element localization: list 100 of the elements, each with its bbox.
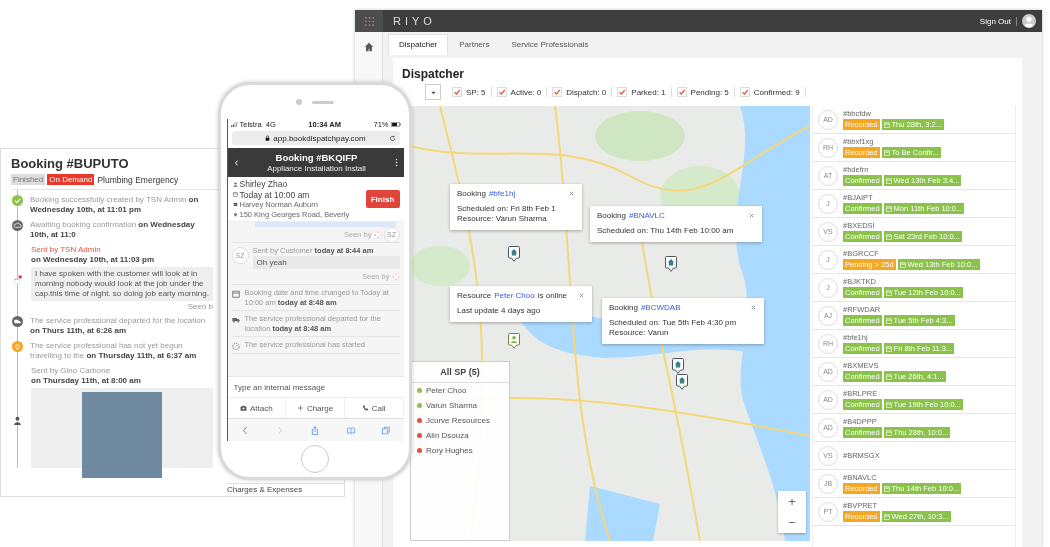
cloud-icon bbox=[12, 220, 23, 231]
lock-icon bbox=[265, 135, 271, 141]
booking-title: Booking #BUPUTO bbox=[11, 156, 130, 171]
calendar-icon bbox=[885, 401, 892, 408]
popup-title: is online bbox=[537, 291, 568, 300]
popup-title: Booking bbox=[609, 303, 638, 312]
popup-title: Resource bbox=[457, 291, 492, 300]
truck-icon bbox=[231, 316, 240, 324]
legend-item[interactable]: Varun Sharma bbox=[426, 401, 477, 410]
camera-icon bbox=[240, 405, 247, 411]
back-icon[interactable] bbox=[241, 425, 250, 435]
booking-title: Booking #BKQIFP bbox=[274, 152, 359, 163]
zoom-out-button[interactable]: − bbox=[778, 512, 806, 533]
filter-label: Pending: 5 bbox=[690, 87, 729, 97]
signal-icon bbox=[230, 122, 238, 127]
house-pin-icon[interactable] bbox=[665, 256, 677, 272]
filter-label: Confirmed: 9 bbox=[753, 87, 800, 97]
pin-icon bbox=[12, 341, 23, 352]
reload-icon[interactable] bbox=[388, 134, 396, 142]
message-bubble: I have spoken with the customer will look at in morning nobody would look at the job under the cap.this time of night. so doing job early morning. bbox=[31, 267, 213, 301]
message-time: on Thursday 11th, at 8:00 am bbox=[31, 376, 142, 386]
checkbox[interactable] bbox=[452, 87, 462, 97]
checkbox[interactable] bbox=[676, 87, 687, 97]
calendar-icon bbox=[899, 261, 906, 268]
checkbox[interactable] bbox=[552, 87, 563, 97]
sender-name: Sent by Gino Carbone bbox=[31, 366, 112, 376]
section-heading: Charges & Expenses bbox=[227, 483, 344, 494]
legend-item[interactable]: Alin Dsouza bbox=[426, 431, 469, 440]
share-icon[interactable] bbox=[311, 425, 320, 435]
detail-text: Shirley Zhao bbox=[239, 179, 288, 190]
back-icon[interactable] bbox=[233, 158, 239, 167]
popup-link[interactable]: #BNAVLC bbox=[628, 211, 665, 220]
house-pin-icon[interactable] bbox=[672, 358, 684, 374]
close-icon[interactable] bbox=[750, 304, 757, 311]
battery-icon bbox=[390, 122, 401, 127]
calendar-icon bbox=[883, 485, 890, 492]
popup-text: Last update 4 days ago bbox=[457, 306, 542, 316]
pin-icon bbox=[232, 211, 238, 217]
sign-out-link[interactable]: Sign Out bbox=[974, 16, 1017, 26]
timer-icon bbox=[231, 342, 240, 350]
close-icon[interactable] bbox=[578, 292, 585, 299]
close-icon[interactable] bbox=[748, 212, 755, 219]
popup-title: Booking bbox=[457, 189, 486, 198]
calendar-icon bbox=[885, 177, 892, 184]
legend-item[interactable]: Jcurve Resources bbox=[426, 416, 491, 425]
timeline-text: The service professional has not yet begun travelling to the on Thursday 11th, at 6:37 am bbox=[30, 341, 198, 361]
url-text: app.bookdispatchpay.com bbox=[273, 133, 366, 143]
legend-item[interactable]: Rory Hughes bbox=[426, 446, 473, 455]
sender-name: Sent by TSN Admin bbox=[31, 245, 102, 255]
calendar-icon bbox=[885, 373, 892, 380]
timeline-text: Awaiting booking confirmation on Wednesday 10th, at 11:0 bbox=[30, 220, 196, 240]
popup-text: Scheduled on: Tue 5th Feb 4:30 pm bbox=[609, 318, 738, 328]
calendar-icon bbox=[883, 121, 890, 128]
house-pin-icon[interactable] bbox=[676, 374, 688, 390]
calendar-icon bbox=[885, 429, 892, 436]
timeline-text: The service professional departed for the location on Thurs 11th, at 6:26 am bbox=[30, 316, 207, 336]
phone-icon bbox=[361, 405, 369, 411]
check-icon bbox=[12, 195, 23, 206]
tag: On Demand bbox=[47, 174, 95, 185]
calendar-icon bbox=[231, 290, 240, 298]
grid-icon bbox=[363, 15, 375, 27]
tab[interactable]: Service Professionals bbox=[500, 34, 600, 55]
tab[interactable]: Partners bbox=[448, 34, 501, 55]
filter-label: Active: 0 bbox=[510, 87, 542, 97]
checkbox[interactable] bbox=[496, 87, 507, 97]
user-avatar-icon[interactable] bbox=[1022, 14, 1036, 28]
house-pin-icon[interactable] bbox=[508, 246, 520, 262]
finish-button[interactable]: Finish bbox=[365, 190, 400, 208]
person-pin-icon[interactable] bbox=[508, 333, 520, 349]
popup-link[interactable]: #BCWDAB bbox=[640, 303, 681, 312]
avatar-dots-icon bbox=[373, 230, 382, 239]
truck-icon bbox=[12, 316, 23, 327]
person-icon bbox=[232, 181, 238, 187]
calendar-icon bbox=[885, 345, 892, 352]
tab[interactable]: Dispatcher bbox=[388, 34, 449, 55]
booking-category: Plumbing Emergency bbox=[97, 174, 179, 185]
address-bar[interactable]: app.bookdispatchpay.com bbox=[231, 131, 400, 145]
calendar-icon bbox=[883, 149, 890, 156]
calendar-icon bbox=[885, 317, 892, 324]
page-title: Dispatcher bbox=[402, 67, 466, 81]
booking-subtitle: Appliance Installation Install bbox=[266, 164, 367, 173]
bookmarks-icon[interactable] bbox=[346, 425, 355, 435]
popup-link[interactable]: Peter Choo bbox=[494, 291, 535, 300]
checkbox[interactable] bbox=[617, 87, 628, 97]
filter-label: Parked: 1 bbox=[631, 87, 666, 97]
popup-text: Resource: Varun Sharma bbox=[457, 214, 548, 224]
close-icon[interactable] bbox=[568, 190, 575, 197]
tabs-icon[interactable] bbox=[381, 425, 390, 435]
speaker-grille bbox=[312, 100, 334, 104]
popup-text: Resource: Varun bbox=[609, 328, 670, 338]
detail-text: Today at 10:00 am bbox=[239, 189, 310, 200]
message-time: on Wednesday 10th, at 11:03 pm bbox=[31, 255, 155, 265]
legend-item[interactable]: Peter Choo bbox=[426, 386, 467, 395]
app-logo: RIYO bbox=[393, 15, 436, 27]
popup-link[interactable]: #bfe1hj bbox=[488, 189, 516, 198]
zoom-in-button[interactable]: + bbox=[778, 491, 806, 512]
checkbox[interactable] bbox=[739, 87, 750, 97]
filter-label: SP: 5 bbox=[466, 87, 486, 97]
popup-title: Booking bbox=[597, 211, 626, 220]
home-icon[interactable] bbox=[363, 42, 374, 52]
